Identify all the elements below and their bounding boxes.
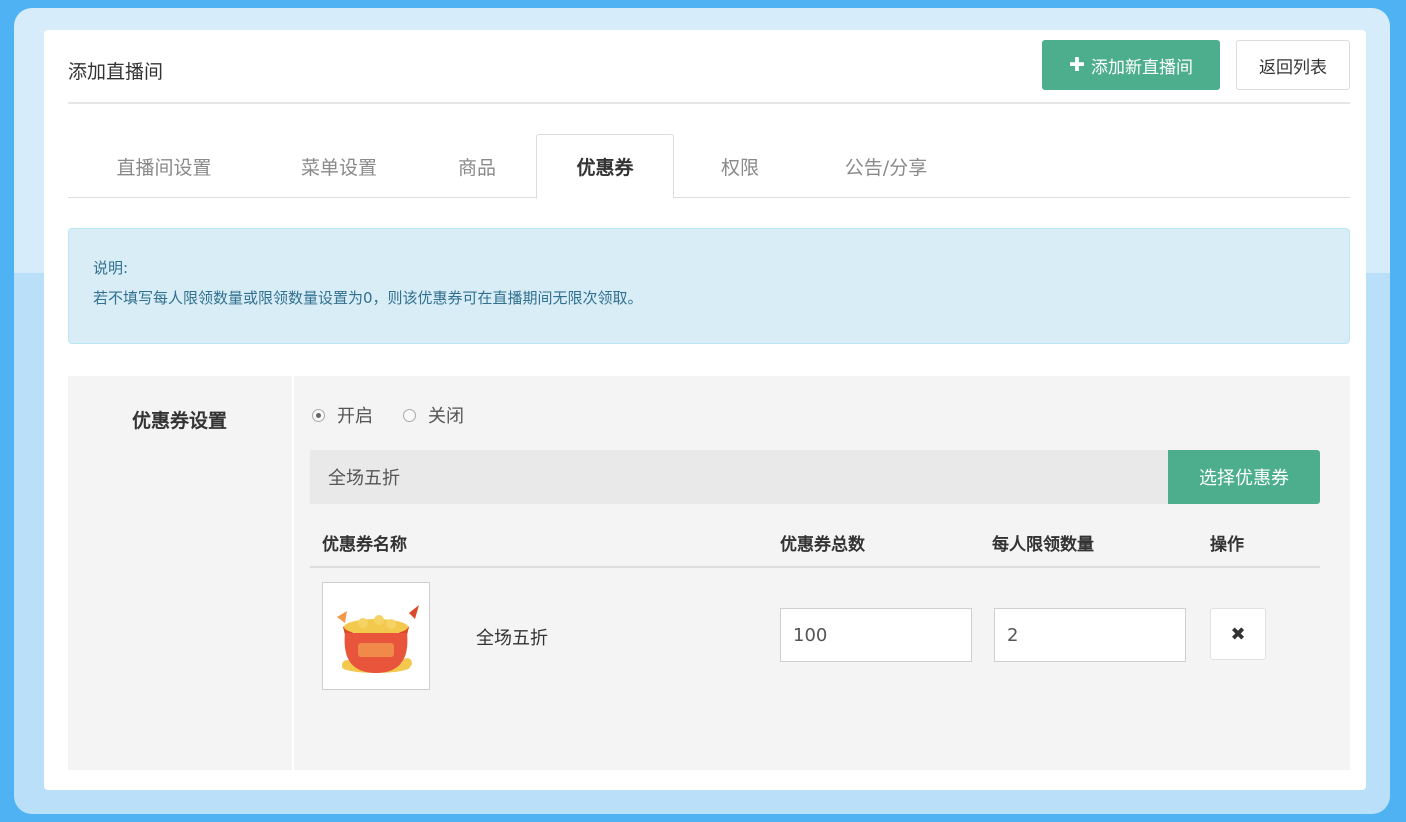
select-coupon-button[interactable]: 选择优惠券 <box>1168 450 1320 504</box>
radio-unchecked-icon <box>403 408 416 422</box>
coupon-settings-panel: 优惠券设置 开启 关闭 全场五折 选择优惠券 优惠券名称 优惠券总数 每人限领数… <box>68 376 1350 770</box>
tab-coupons[interactable]: 优惠券 <box>536 134 674 199</box>
page-header: 添加直播间 ✚ 添加新直播间 返回列表 <box>68 30 1350 104</box>
add-live-room-button[interactable]: ✚ 添加新直播间 <box>1042 40 1220 90</box>
tab-bar: 直播间设置 菜单设置 商品 优惠券 权限 公告/分享 <box>68 134 1350 199</box>
add-live-room-label: 添加新直播间 <box>1090 57 1193 78</box>
info-note: 说明: 若不填写每人限领数量或限领数量设置为0，则该优惠券可在直播期间无限次领取… <box>68 228 1350 344</box>
plus-icon: ✚ <box>1069 54 1085 76</box>
coupon-toggle-group: 开启 关闭 <box>312 402 464 428</box>
tab-live-room-settings[interactable]: 直播间设置 <box>68 134 260 198</box>
table-row: 全场五折 ✖ <box>310 582 1320 692</box>
selected-coupon-field: 全场五折 <box>310 450 1168 504</box>
col-per-person-limit: 每人限领数量 <box>992 535 1094 555</box>
red-envelope-pot-icon <box>337 605 419 673</box>
per-person-limit-input[interactable] <box>994 608 1186 662</box>
radio-checked-icon <box>312 408 325 422</box>
radio-disable-label: 关闭 <box>428 406 464 427</box>
col-actions: 操作 <box>1210 535 1244 555</box>
col-coupon-name: 优惠券名称 <box>322 535 407 555</box>
tab-menu-settings[interactable]: 菜单设置 <box>260 134 418 198</box>
tab-permissions[interactable]: 权限 <box>674 134 806 198</box>
coupon-thumbnail <box>322 582 430 690</box>
settings-label-column: 优惠券设置 <box>68 376 294 770</box>
radio-disable[interactable]: 关闭 <box>403 402 464 428</box>
main-card: 添加直播间 ✚ 添加新直播间 返回列表 直播间设置 菜单设置 商品 优惠券 权限… <box>44 30 1366 790</box>
note-text: 若不填写每人限领数量或限领数量设置为0，则该优惠券可在直播期间无限次领取。 <box>93 289 643 307</box>
coupon-settings-label: 优惠券设置 <box>132 410 228 432</box>
tab-announcement-share[interactable]: 公告/分享 <box>806 134 966 198</box>
radio-enable[interactable]: 开启 <box>312 402 373 428</box>
coupon-total-input[interactable] <box>780 608 972 662</box>
coupon-select-row: 全场五折 选择优惠券 <box>310 450 1320 504</box>
coupon-table-header: 优惠券名称 优惠券总数 每人限领数量 操作 <box>310 522 1320 568</box>
close-icon: ✖ <box>1230 623 1246 645</box>
col-coupon-total: 优惠券总数 <box>780 535 865 555</box>
coupon-name-cell: 全场五折 <box>476 628 548 649</box>
page-title: 添加直播间 <box>68 61 164 83</box>
note-title: 说明: <box>93 259 129 277</box>
remove-coupon-button[interactable]: ✖ <box>1210 608 1266 660</box>
back-to-list-button[interactable]: 返回列表 <box>1236 40 1350 90</box>
radio-enable-label: 开启 <box>337 406 373 427</box>
tab-products[interactable]: 商品 <box>418 134 536 198</box>
